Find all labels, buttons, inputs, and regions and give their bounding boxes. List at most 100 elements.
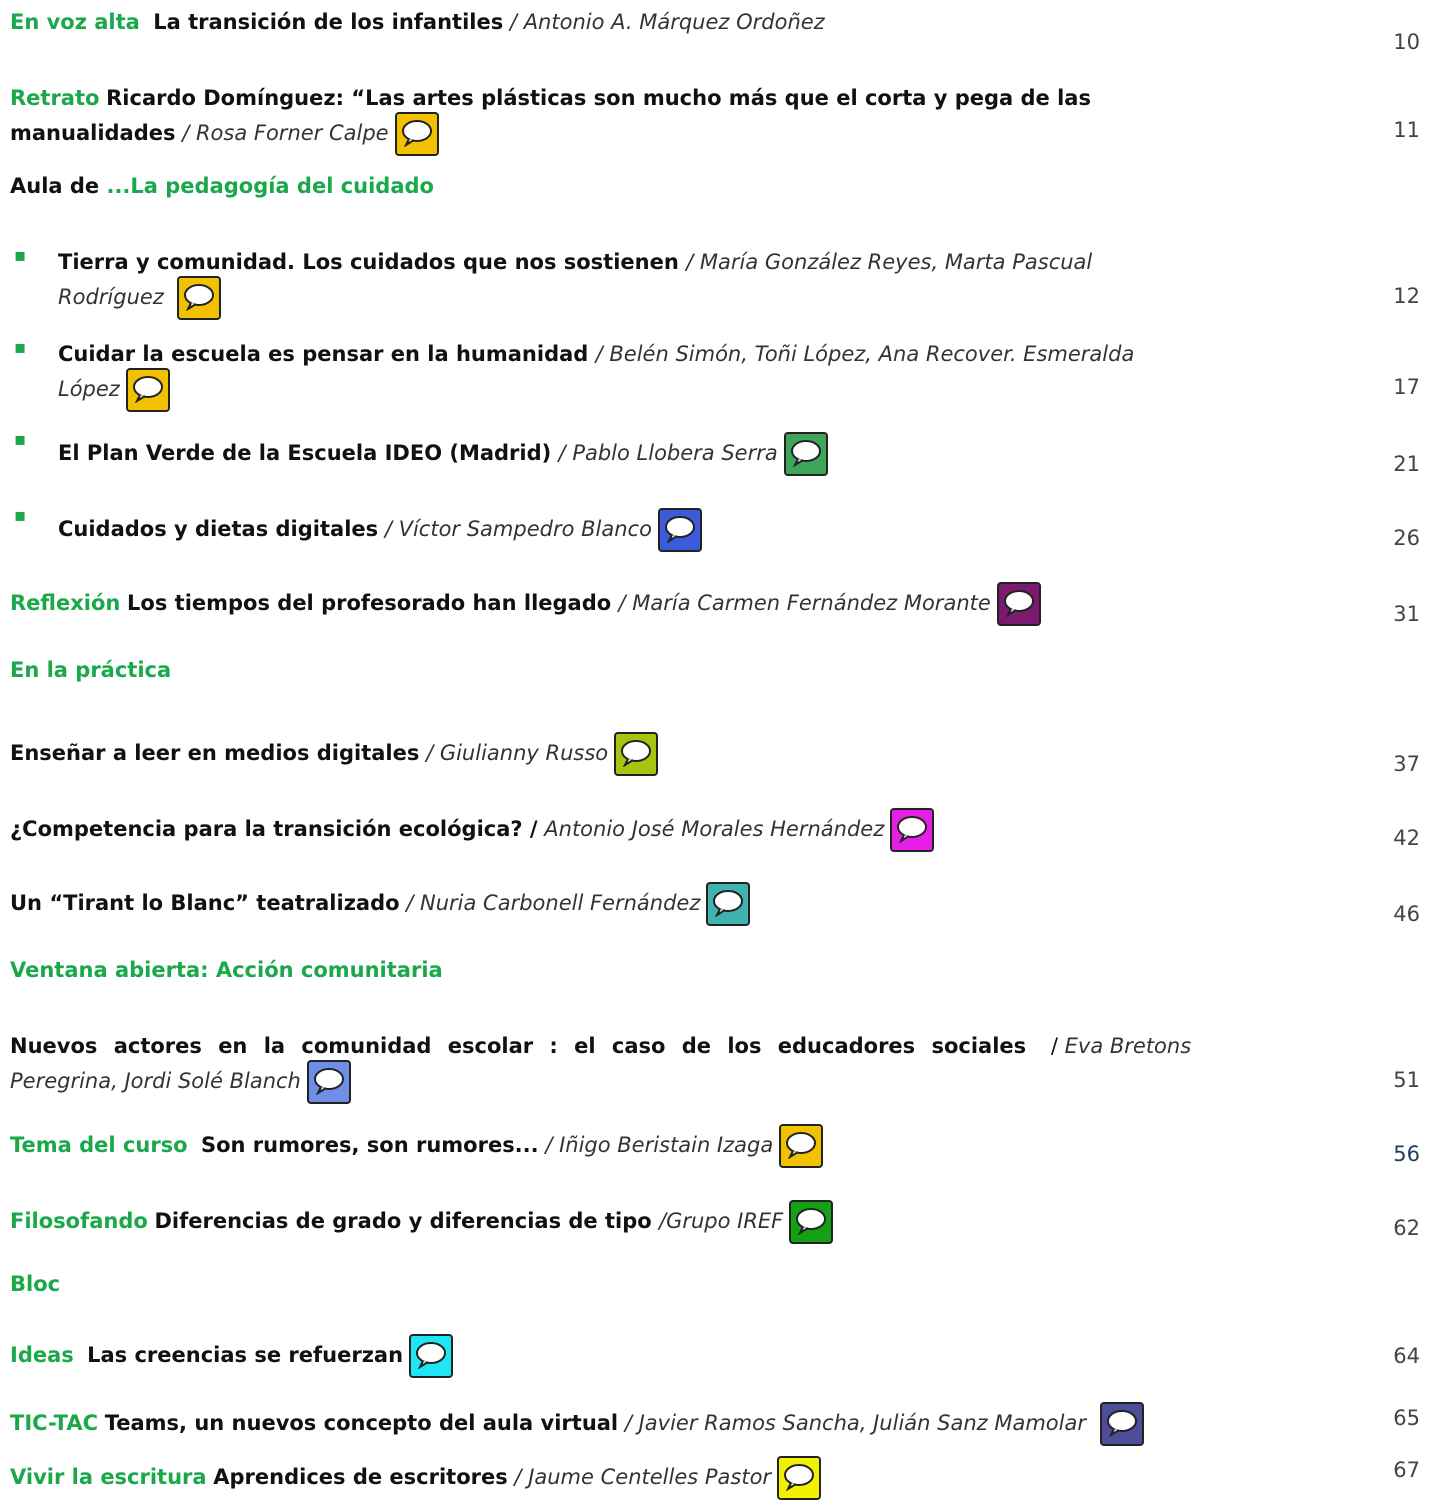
toc-entry[interactable]: Tema del curso Son rumores, son rumores.… xyxy=(10,1124,824,1168)
comment-icon[interactable] xyxy=(394,112,439,156)
entry-title: Diferencias de grado y diferencias de ti… xyxy=(154,1209,659,1233)
entry-title: La transición de los infantiles xyxy=(153,10,504,34)
comment-icon[interactable] xyxy=(125,368,170,412)
toc-entry[interactable]: El Plan Verde de la Escuela IDEO (Madrid… xyxy=(58,432,828,476)
section-heading: Aula de ...La pedagogía del cuidado xyxy=(10,172,434,200)
comment-icon[interactable] xyxy=(996,582,1041,626)
toc-entry[interactable]: Vivir la escritura Aprendices de escrito… xyxy=(10,1456,822,1500)
entry-title: Cuidados y dietas digitales xyxy=(58,517,379,541)
toc-entry-cont: Rodríguez xyxy=(58,276,221,320)
bullet-icon: ▪ xyxy=(14,245,27,266)
entry-title: Nuevos actores en la comunidad escolar :… xyxy=(10,1034,1027,1058)
toc-entry[interactable]: Cuidar la escuela es pensar en la humani… xyxy=(58,340,1134,368)
section-label: Ideas xyxy=(10,1343,74,1367)
section-heading-prefix: Aula de xyxy=(10,174,107,198)
toc-entry[interactable]: Tierra y comunidad. Los cuidados que nos… xyxy=(58,248,1092,276)
section-heading: Ventana abierta: Acción comunitaria xyxy=(10,956,443,984)
toc-entry[interactable]: Reflexión Los tiempos del profesorado ha… xyxy=(10,582,1041,626)
section-label: Reflexión xyxy=(10,591,121,615)
entry-author: / Nuria Carbonell Fernández xyxy=(406,891,701,915)
entry-author: / Jaume Centelles Pastor xyxy=(514,1465,772,1489)
section-heading: En la práctica xyxy=(10,656,171,684)
section-heading-label: Bloc xyxy=(10,1272,61,1296)
entry-author: / Rosa Forner Calpe xyxy=(182,121,389,145)
comment-icon[interactable] xyxy=(779,1124,824,1168)
page-number: 11 xyxy=(1393,118,1420,142)
page-number: 62 xyxy=(1393,1216,1420,1240)
entry-title: Aprendices de escritores xyxy=(213,1465,508,1489)
page-number: 46 xyxy=(1393,902,1420,926)
toc-entry[interactable]: TIC-TAC Teams, un nuevos concepto del au… xyxy=(10,1402,1144,1446)
entry-title: Son rumores, son rumores... xyxy=(200,1133,539,1157)
toc-entry[interactable]: ¿Competencia para la transición ecológic… xyxy=(10,808,935,852)
toc-entry[interactable]: Filosofando Diferencias de grado y difer… xyxy=(10,1200,834,1244)
toc-entry-cont: López xyxy=(58,368,170,412)
section-heading-label: En la práctica xyxy=(10,658,172,682)
comment-icon[interactable] xyxy=(1099,1402,1144,1446)
section-label: En voz alta xyxy=(10,10,140,34)
section-label: Tema del curso xyxy=(10,1133,188,1157)
page-number: 37 xyxy=(1393,752,1420,776)
page-number: 64 xyxy=(1393,1344,1420,1368)
toc-entry[interactable]: Un “Tirant lo Blanc” teatralizado / Nuri… xyxy=(10,882,751,926)
page-number: 12 xyxy=(1393,284,1420,308)
bullet-icon: ▪ xyxy=(14,337,27,358)
comment-icon[interactable] xyxy=(783,432,828,476)
section-heading-label: ...La pedagogía del cuidado xyxy=(106,174,434,198)
entry-author: / María Carmen Fernández Morante xyxy=(618,591,991,615)
entry-author: Peregrina, Jordi Solé Blanch xyxy=(10,1069,301,1093)
entry-title: El Plan Verde de la Escuela IDEO (Madrid… xyxy=(58,441,559,465)
entry-title: Enseñar a leer en medios digitales xyxy=(10,741,420,765)
comment-icon[interactable] xyxy=(789,1200,834,1244)
entry-title: Ricardo Domínguez: “Las artes plásticas … xyxy=(106,86,1091,110)
page-number: 65 xyxy=(1393,1406,1420,1430)
entry-author: López xyxy=(58,377,120,401)
page-number: 10 xyxy=(1393,30,1420,54)
entry-title: ¿Competencia para la transición ecológic… xyxy=(10,817,538,841)
entry-author: / Javier Ramos Sancha, Julián Sanz Mamol… xyxy=(624,1411,1086,1435)
toc-entry[interactable]: Enseñar a leer en medios digitales / Giu… xyxy=(10,732,659,776)
comment-icon[interactable] xyxy=(706,882,751,926)
toc-entry[interactable]: Retrato Ricardo Domínguez: “Las artes pl… xyxy=(10,84,1091,112)
bullet-icon: ▪ xyxy=(14,505,27,526)
comment-icon[interactable] xyxy=(176,276,221,320)
page-number: 67 xyxy=(1393,1458,1420,1482)
toc-entry[interactable]: Ideas Las creencias se refuerzan xyxy=(10,1334,454,1378)
toc-entry-cont: manualidades / Rosa Forner Calpe xyxy=(10,112,439,156)
bullet-icon: ▪ xyxy=(14,429,27,450)
section-label: TIC-TAC xyxy=(10,1411,99,1435)
comment-icon[interactable] xyxy=(614,732,659,776)
comment-icon[interactable] xyxy=(409,1334,454,1378)
comment-icon[interactable] xyxy=(890,808,935,852)
page-number: 56 xyxy=(1393,1142,1420,1166)
entry-title: Los tiempos del profesorado han llegado xyxy=(127,591,619,615)
entry-author: Antonio José Morales Hernández xyxy=(544,817,885,841)
toc-entry[interactable]: En voz alta La transición de los infanti… xyxy=(10,8,825,36)
toc-entry[interactable]: Nuevos actores en la comunidad escolar :… xyxy=(10,1032,1310,1060)
comment-icon[interactable] xyxy=(657,508,702,552)
section-label: Vivir la escritura xyxy=(10,1465,207,1489)
entry-author: / María González Reyes, Marta Pascual xyxy=(686,250,1093,274)
entry-title: manualidades xyxy=(10,121,176,145)
toc-entry[interactable]: Cuidados y dietas digitales / Víctor Sam… xyxy=(58,508,702,552)
entry-author: / Antonio A. Márquez Ordoñez xyxy=(509,10,825,34)
slash-separator: / xyxy=(1050,1034,1065,1058)
entry-author: / Belén Simón, Toñi López, Ana Recover. … xyxy=(595,342,1135,366)
section-heading: Bloc xyxy=(10,1270,60,1298)
section-label: Filosofando xyxy=(10,1209,148,1233)
page-number: 17 xyxy=(1393,375,1420,399)
page-number: 21 xyxy=(1393,452,1420,476)
entry-author: Eva Bretons xyxy=(1064,1034,1192,1058)
entry-title: Cuidar la escuela es pensar en la humani… xyxy=(58,342,596,366)
page-number: 42 xyxy=(1393,826,1420,850)
page-number: 26 xyxy=(1393,526,1420,550)
page-number: 51 xyxy=(1393,1068,1420,1092)
entry-author: Rodríguez xyxy=(58,285,171,309)
comment-icon[interactable] xyxy=(306,1060,351,1104)
entry-title: Teams, un nuevos concepto del aula virtu… xyxy=(104,1411,619,1435)
entry-author: / Pablo Llobera Serra xyxy=(558,441,778,465)
comment-icon[interactable] xyxy=(777,1456,822,1500)
entry-title: Las creencias se refuerzan xyxy=(87,1343,404,1367)
entry-author: / Iñigo Beristain Izaga xyxy=(545,1133,774,1157)
entry-author: / Víctor Sampedro Blanco xyxy=(384,517,652,541)
